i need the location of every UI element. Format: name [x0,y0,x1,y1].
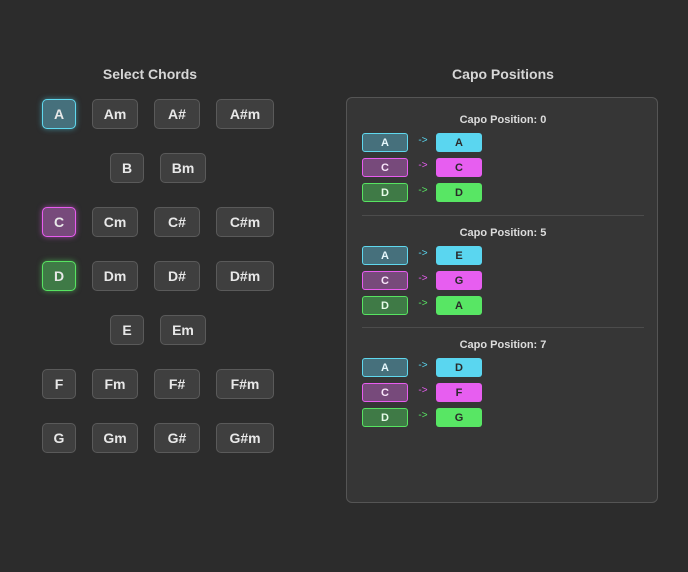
chord-button-a-sharp[interactable]: A# [154,99,200,129]
chord-row-g: G Gm G# G#m [0,421,316,455]
chord-button-cm[interactable]: Cm [92,207,138,237]
chord-button-gm[interactable]: Gm [92,423,138,453]
capo-positions-panel: Capo Position: 0 A -> A C -> C D -> D Ca… [346,97,658,503]
chord-mapping-row: C -> F [362,383,644,402]
capo-section-7: Capo Position: 7 A -> D C -> F D -> G [362,338,644,427]
source-chord-chip: C [362,271,408,290]
chord-mapping-row: A -> A [362,133,644,152]
chord-button-g-sharp[interactable]: G# [154,423,200,453]
source-chord-chip: D [362,408,408,427]
chord-button-fm[interactable]: Fm [92,369,138,399]
target-chord-chip: D [436,358,482,377]
chord-button-g[interactable]: G [42,423,76,453]
target-chord-chip: A [436,133,482,152]
capo-chord-app: Select Chords A Am A# A#m B Bm C Cm C# C… [0,0,688,572]
chord-row-a: A Am A# A#m [0,97,316,131]
source-chord-chip: C [362,383,408,402]
chord-mapping-row: C -> G [362,271,644,290]
chord-button-f[interactable]: F [42,369,76,399]
target-chord-chip: A [436,296,482,315]
target-chord-chip: G [436,408,482,427]
chord-button-c-sharp[interactable]: C# [154,207,200,237]
arrow-icon: -> [418,298,428,309]
chord-button-bm[interactable]: Bm [160,153,206,183]
target-chord-chip: F [436,383,482,402]
chord-button-f-sharp[interactable]: F# [154,369,200,399]
chord-button-f-sharp-m[interactable]: F#m [216,369,274,399]
chord-button-g-sharp-m[interactable]: G#m [216,423,274,453]
chord-mapping-row: A -> E [362,246,644,265]
capo-heading: Capo Position: 5 [459,227,547,239]
target-chord-chip: E [436,246,482,265]
arrow-icon: -> [418,248,428,259]
chord-mapping-row: D -> A [362,296,644,315]
arrow-icon: -> [418,273,428,284]
chord-mapping-row: A -> D [362,358,644,377]
chord-mapping-row: D -> D [362,183,644,202]
source-chord-chip: A [362,358,408,377]
chord-row-e: E Em [0,313,316,347]
chord-button-d-sharp[interactable]: D# [154,261,200,291]
source-chord-chip: D [362,183,408,202]
target-chord-chip: C [436,158,482,177]
section-divider [362,215,644,216]
source-chord-chip: C [362,158,408,177]
capo-heading: Capo Position: 7 [459,339,547,351]
source-chord-chip: A [362,133,408,152]
arrow-icon: -> [418,185,428,196]
target-chord-chip: G [436,271,482,290]
arrow-icon: -> [418,410,428,421]
arrow-icon: -> [418,360,428,371]
arrow-icon: -> [418,135,428,146]
source-chord-chip: D [362,296,408,315]
chord-button-am[interactable]: Am [92,99,138,129]
chord-button-em[interactable]: Em [160,315,206,345]
target-chord-chip: D [436,183,482,202]
arrow-icon: -> [418,160,428,171]
chord-row-f: F Fm F# F#m [0,367,316,401]
chord-button-b[interactable]: B [110,153,144,183]
section-divider [362,327,644,328]
chord-button-dm[interactable]: Dm [92,261,138,291]
capo-heading: Capo Position: 0 [459,114,547,126]
chord-button-c[interactable]: C [42,207,76,237]
chord-button-e[interactable]: E [110,315,144,345]
chord-button-d-sharp-m[interactable]: D#m [216,261,274,291]
chord-mapping-row: C -> C [362,158,644,177]
chord-mapping-row: D -> G [362,408,644,427]
capo-section-0: Capo Position: 0 A -> A C -> C D -> D [362,113,644,202]
capo-section-5: Capo Position: 5 A -> E C -> G D -> A [362,226,644,315]
chord-button-d[interactable]: D [42,261,76,291]
chord-button-c-sharp-m[interactable]: C#m [216,207,274,237]
chord-button-a-sharp-m[interactable]: A#m [216,99,274,129]
capo-positions-title: Capo Positions [452,66,554,82]
arrow-icon: -> [418,385,428,396]
chord-row-d: D Dm D# D#m [0,259,316,293]
select-chords-title: Select Chords [102,66,198,82]
source-chord-chip: A [362,246,408,265]
chord-row-c: C Cm C# C#m [0,205,316,239]
chord-button-a[interactable]: A [42,99,76,129]
chord-row-b: B Bm [0,151,316,185]
